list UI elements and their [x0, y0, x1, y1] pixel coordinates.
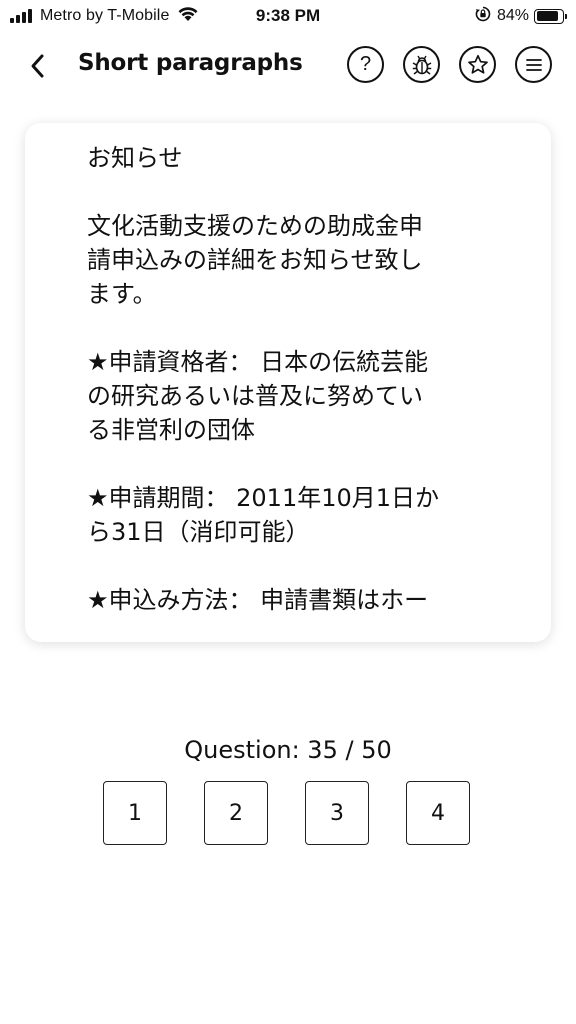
header-actions: ?	[328, 46, 552, 83]
favorite-button[interactable]	[459, 46, 496, 83]
rotation-lock-icon	[475, 6, 491, 26]
back-button[interactable]	[22, 50, 54, 82]
passage-paragraph: 文化活動支援のための助成金申 請申込みの詳細をお知らせ致し ます。	[87, 212, 423, 308]
page-title: Short paragraphs	[78, 50, 303, 76]
status-bar: Metro by T-Mobile 9:38 PM 84%	[0, 0, 576, 32]
menu-icon	[525, 58, 542, 71]
bug-icon	[412, 55, 431, 75]
answer-option-1[interactable]: 1	[103, 781, 167, 845]
app-header: Short paragraphs ?	[0, 38, 576, 92]
battery-tip	[565, 13, 567, 19]
answer-option-2[interactable]: 2	[204, 781, 268, 845]
help-icon: ?	[359, 53, 372, 75]
battery-percentage: 84%	[496, 7, 529, 24]
status-right: 84%	[475, 6, 567, 26]
question-counter: Question: 35 / 50	[184, 736, 392, 764]
battery-icon	[534, 8, 567, 24]
passage-card[interactable]: お知らせ 文化活動支援のための助成金申 請申込みの詳細をお知らせ致し ます。 ★…	[25, 123, 551, 642]
answer-option-4[interactable]: 4	[406, 781, 470, 845]
passage-paragraph: ★申請資格者： 日本の伝統芸能 の研究あるいは普及に努めてい る非営利の団体	[87, 348, 429, 444]
star-icon	[467, 54, 488, 74]
chevron-left-icon	[31, 54, 44, 78]
passage-paragraph: ★申請期間： 2011年10月1日か ら31日（消印可能）	[87, 484, 440, 546]
answer-options: 1 2 3 4	[103, 781, 470, 845]
help-button[interactable]: ?	[347, 46, 384, 83]
passage-heading: お知らせ	[87, 144, 183, 172]
passage-paragraph: ★申込み方法： 申請書類はホー	[87, 586, 429, 614]
answer-option-3[interactable]: 3	[305, 781, 369, 845]
passage-text: お知らせ 文化活動支援のための助成金申 請申込みの詳細をお知らせ致し ます。 ★…	[87, 141, 487, 617]
battery-level-fill	[536, 11, 558, 21]
bug-report-button[interactable]	[403, 46, 440, 83]
menu-button[interactable]	[515, 46, 552, 83]
